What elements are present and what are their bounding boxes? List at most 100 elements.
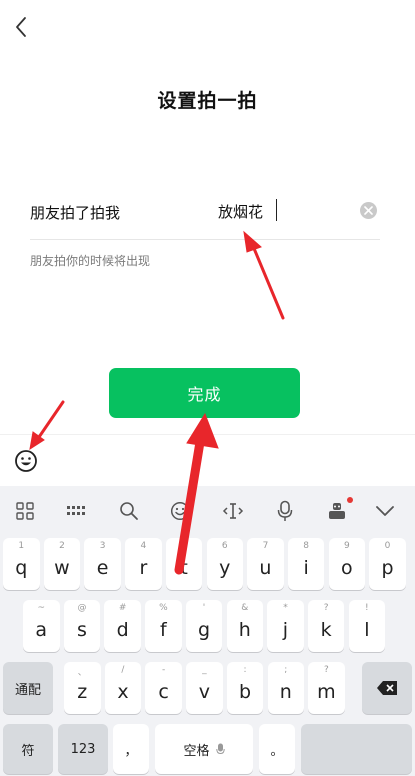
key-label: f <box>159 619 167 641</box>
key-hint-label: ? <box>324 665 329 675</box>
key-label: z <box>77 681 88 703</box>
key-e[interactable]: 3e <box>84 538 121 590</box>
key-label: j <box>282 619 289 641</box>
key-hint-label: ? <box>323 603 329 613</box>
key-label: d <box>116 619 129 641</box>
key-label: 123 <box>70 741 96 757</box>
key-label: q <box>15 557 28 579</box>
key-m[interactable]: ? m <box>308 662 345 714</box>
clear-button[interactable] <box>360 202 377 219</box>
key-label: h <box>238 619 251 641</box>
key-label: v <box>198 681 210 703</box>
enter-key[interactable] <box>301 724 412 774</box>
key-b[interactable]: :b <box>226 662 264 714</box>
key-z[interactable]: 、 z <box>64 662 101 714</box>
key-label: r <box>139 557 148 579</box>
key-hint-label: 4 <box>140 541 147 551</box>
key-hint-label: 6 <box>221 541 228 551</box>
done-button[interactable]: 完成 <box>109 368 300 418</box>
key-d[interactable]: # d <box>104 600 141 652</box>
key-label: n <box>279 681 292 703</box>
space-key[interactable]: 空格 <box>155 724 253 774</box>
key-r[interactable]: 4r <box>125 538 162 590</box>
backspace-icon <box>377 681 397 695</box>
smiley-face-icon[interactable] <box>14 449 38 473</box>
key-hint-label: 7 <box>262 541 269 551</box>
key-w[interactable]: 2w <box>43 538 81 590</box>
key-label: o <box>341 557 353 579</box>
key-n[interactable]: ; n <box>267 662 304 714</box>
key-label: x <box>117 681 129 703</box>
mic-small-icon <box>215 743 225 754</box>
key-hint-label: ! <box>365 603 369 613</box>
key-label: l <box>364 619 370 641</box>
key-hint-label: @ <box>77 603 87 613</box>
microphone-icon[interactable] <box>272 498 298 524</box>
key-label: p <box>381 557 394 579</box>
key-f[interactable]: % f <box>145 600 182 652</box>
key-label: u <box>259 557 272 579</box>
key-o[interactable]: 9o <box>328 538 366 590</box>
comma-key[interactable]: ， <box>113 724 149 774</box>
key-label: b <box>239 681 252 703</box>
keyboard-icon[interactable] <box>63 498 89 524</box>
chevron-down-icon[interactable] <box>372 498 398 524</box>
key-c[interactable]: -c <box>145 662 182 714</box>
key-label: 符 <box>21 743 35 759</box>
key-label: s <box>76 619 87 641</box>
key-i[interactable]: 8i <box>287 538 325 590</box>
back-button[interactable] <box>10 14 32 40</box>
key-hint-label: : <box>243 665 247 675</box>
key-label: y <box>219 557 231 579</box>
key-v[interactable]: _ v <box>186 662 223 714</box>
emoji-bar <box>0 434 415 486</box>
key-x[interactable]: / x <box>104 662 142 714</box>
key-j[interactable]: * j <box>267 600 304 652</box>
clear-circle-icon <box>364 206 373 215</box>
key-hint-label: 3 <box>99 541 106 551</box>
backspace-key[interactable] <box>362 662 412 714</box>
key-hint-label: * <box>283 603 288 613</box>
soft-keyboard: 1 q 2 w 3 e 4 r 5 t 6 y 7 u 8 i 9 o 0 p ~ a @ s # d% f ' g & h * j? k! l 通配… <box>0 486 415 776</box>
cursor-move-icon[interactable] <box>220 498 246 524</box>
key-p[interactable]: 0p <box>369 538 406 590</box>
key-hint-label: 1 <box>18 541 25 551</box>
pat-prefix-label: 朋友拍了拍我 <box>30 204 121 222</box>
key-g[interactable]: ' g <box>185 600 223 652</box>
symbol-key[interactable]: 符 <box>3 724 53 774</box>
robot-skin-icon[interactable] <box>324 497 353 524</box>
notification-dot <box>347 497 353 503</box>
smiley-icon[interactable] <box>167 498 193 524</box>
key-t[interactable]: 5t <box>165 538 203 590</box>
pat-suffix-input[interactable] <box>218 198 358 224</box>
key-label: i <box>303 557 309 579</box>
grid-icon[interactable] <box>12 498 38 524</box>
key-label: k <box>320 619 332 641</box>
key-a[interactable]: ~ a <box>23 600 60 652</box>
page-title: 设置拍一拍 <box>157 90 258 112</box>
key-hint-label: 2 <box>59 541 65 551</box>
fn-key[interactable]: 通配 <box>3 662 53 714</box>
key-h[interactable]: & h <box>226 600 263 652</box>
key-hint-label: % <box>159 603 168 613</box>
key-hint-label: ~ <box>37 603 46 613</box>
key-hint-label: & <box>241 603 249 613</box>
key-q[interactable]: 1q <box>3 538 40 590</box>
key-label: ， <box>124 743 138 759</box>
key-hint-label: 、 <box>77 668 87 678</box>
pat-text-row: 朋友拍了拍我 <box>30 196 380 240</box>
key-hint-label: _ <box>202 665 207 675</box>
period-key[interactable]: 。 <box>259 724 295 774</box>
search-icon[interactable] <box>116 498 142 524</box>
key-s[interactable]: @ s <box>63 600 101 652</box>
key-u[interactable]: 7u <box>247 538 284 590</box>
key-hint-label: 5 <box>181 541 187 551</box>
key-l[interactable]: ! l <box>348 600 386 652</box>
key-y[interactable]: 6y <box>206 538 243 590</box>
key-k[interactable]: ? k <box>307 600 345 652</box>
key-hint-label: # <box>118 603 127 613</box>
number-key[interactable]: 123 <box>58 724 108 774</box>
key-label: t <box>180 557 188 579</box>
key-label: c <box>158 681 169 703</box>
key-label: e <box>96 557 109 579</box>
